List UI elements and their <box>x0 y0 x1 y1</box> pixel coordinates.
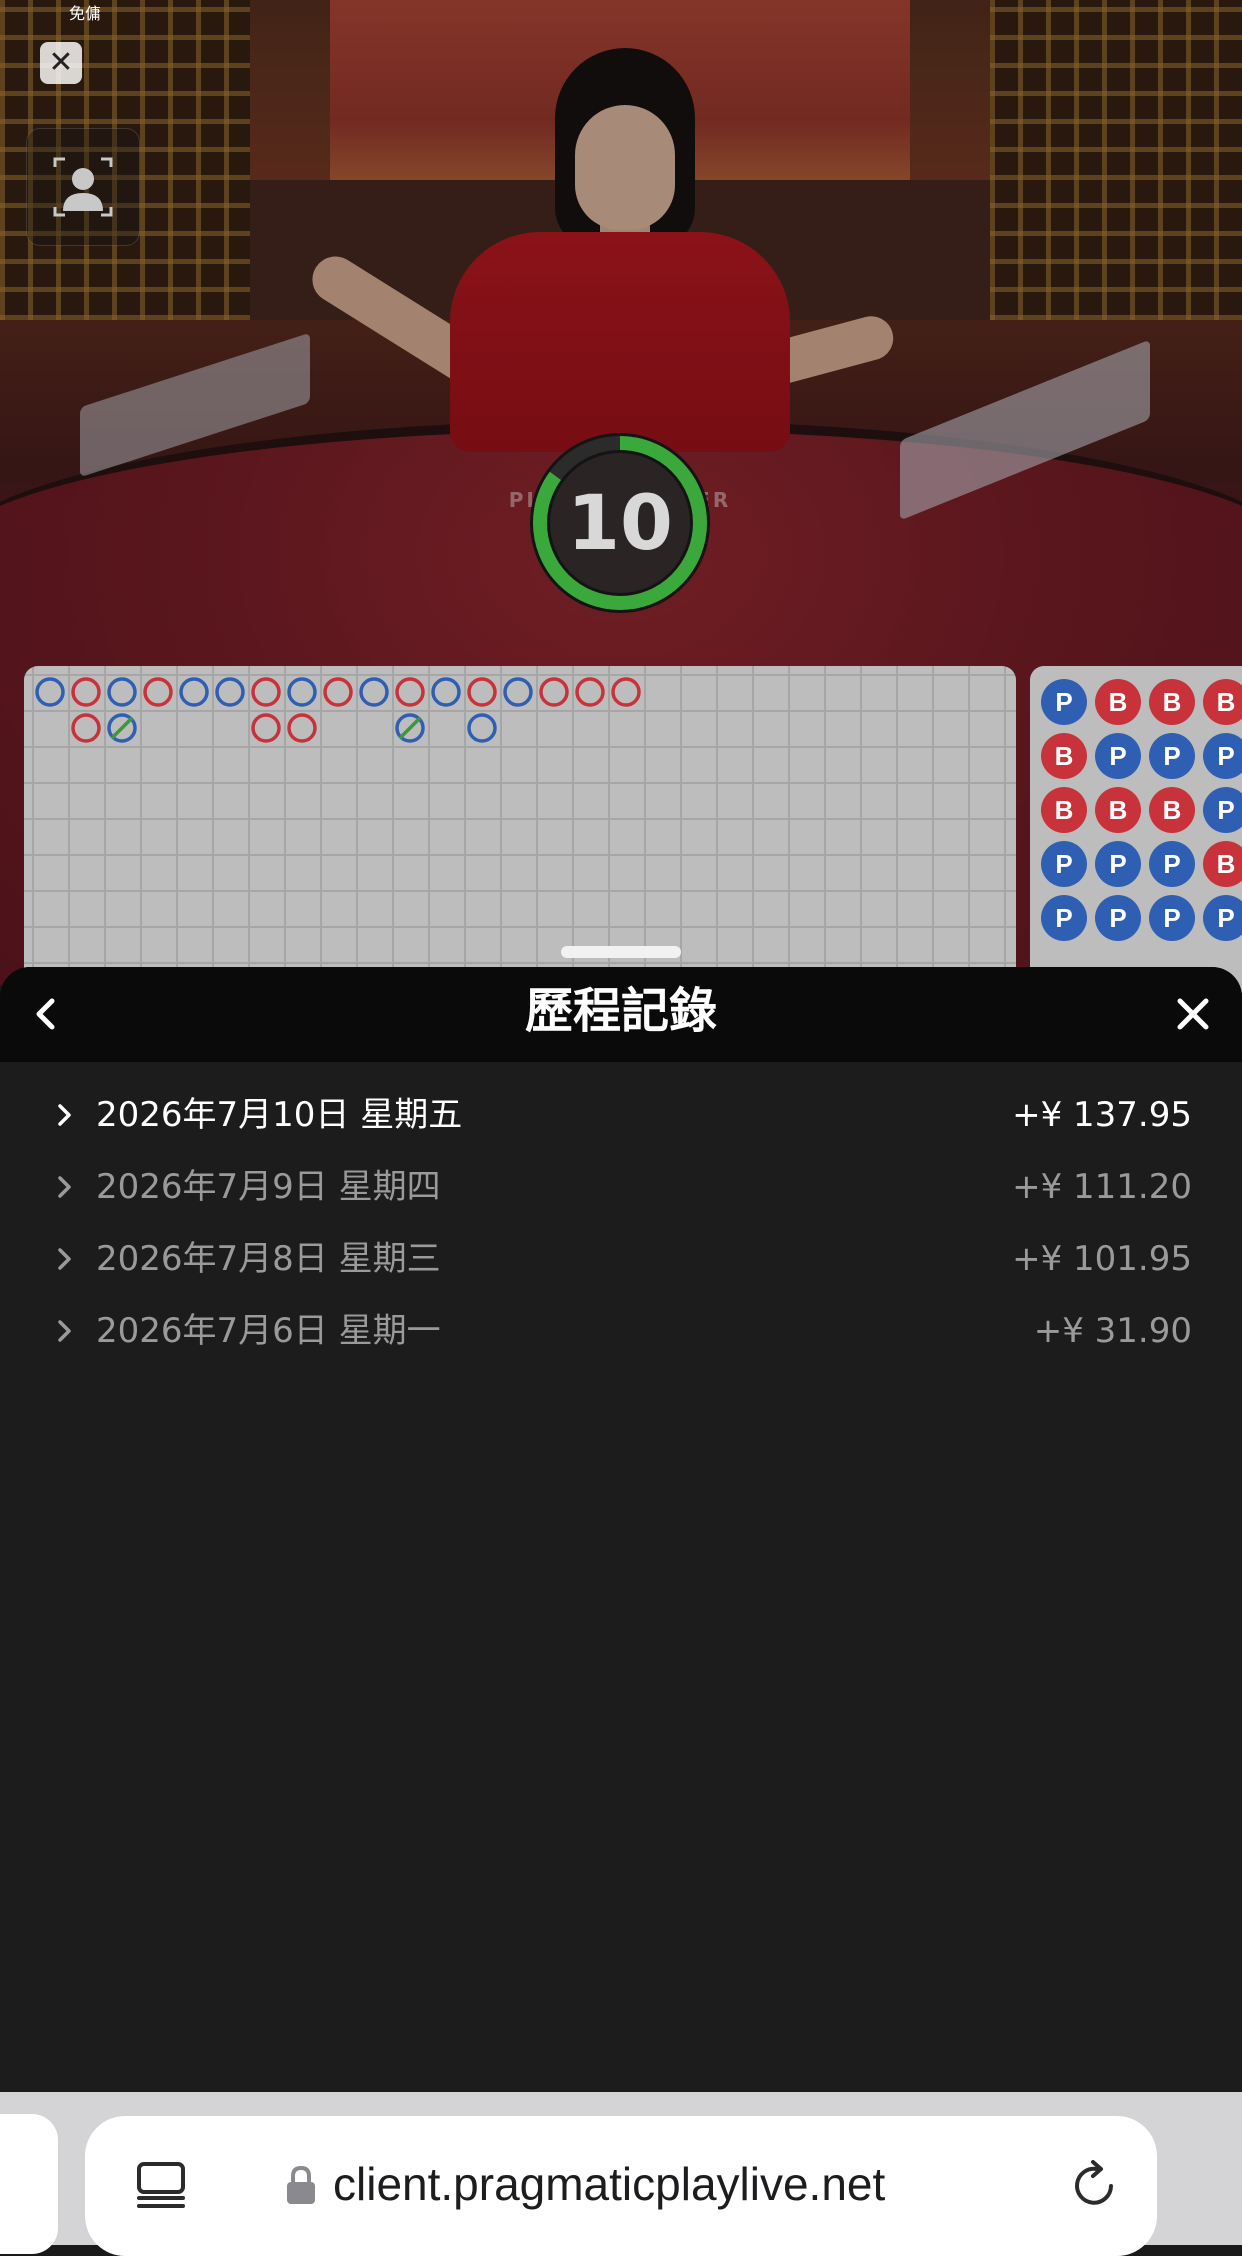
history-amount: +¥ 111.20 <box>1012 1167 1192 1207</box>
history-amount: +¥ 31.90 <box>1033 1311 1192 1351</box>
bead-label: P <box>1163 849 1180 879</box>
tie-mark <box>398 716 422 740</box>
big-road-mark <box>611 677 641 707</box>
big-road-mark <box>323 677 353 707</box>
big-road-mark <box>575 677 605 707</box>
countdown-value: 10 <box>567 478 673 567</box>
chevron-right-icon <box>58 1176 71 1198</box>
bead-plate-scoreboard[interactable]: PBBBBPPPBBBPPPPBPPPP <box>1030 666 1242 1006</box>
big-road-mark <box>503 677 533 707</box>
close-icon: ✕ <box>48 45 74 80</box>
history-sheet: 歷程記錄 2026年7月10日 星期五 +¥ 137.95 2026年7月9日 … <box>0 967 1242 2092</box>
big-road-mark <box>251 677 281 707</box>
bead-label: B <box>1109 687 1128 717</box>
bead-label: P <box>1055 849 1072 879</box>
sheet-drag-handle[interactable] <box>561 946 681 958</box>
url-text: client.pragmaticplaylive.net <box>333 2158 886 2210</box>
big-road-mark <box>287 677 317 707</box>
big-road-mark <box>539 677 569 707</box>
bead-label: P <box>1109 903 1126 933</box>
big-road-mark <box>467 713 497 743</box>
address-bar[interactable]: client.pragmaticplaylive.net <box>85 2116 1157 2256</box>
reload-icon[interactable] <box>1067 2158 1121 2212</box>
page-title: 歷程記錄 <box>524 983 717 1039</box>
history-date: 2026年7月6日 星期一 <box>96 1311 441 1351</box>
bead-label: P <box>1217 741 1234 771</box>
bead-label: P <box>1055 687 1072 717</box>
big-road-mark <box>179 677 209 707</box>
history-date: 2026年7月10日 星期五 <box>96 1095 463 1135</box>
bead-label: P <box>1163 903 1180 933</box>
sheet-header: 歷程記錄 <box>0 967 1242 1062</box>
browser-toolbar: client.pragmaticplaylive.net <box>0 2092 1242 2256</box>
close-video-button[interactable]: ✕ <box>40 42 82 84</box>
bead-label: B <box>1217 687 1236 717</box>
big-road-mark <box>143 677 173 707</box>
camera-view-button[interactable] <box>26 128 140 246</box>
history-row[interactable]: 2026年7月8日 星期三 +¥ 101.95 <box>0 1223 1242 1295</box>
big-road-mark <box>359 677 389 707</box>
chevron-right-icon <box>58 1104 71 1126</box>
big-road-scoreboard[interactable] <box>24 666 1016 1006</box>
tabs-icon[interactable] <box>133 2156 189 2212</box>
bead-label: B <box>1055 741 1074 771</box>
bead-label: B <box>1217 849 1236 879</box>
history-row[interactable]: 2026年7月6日 星期一 +¥ 31.90 <box>0 1295 1242 1367</box>
big-road-mark <box>287 713 317 743</box>
bead-label: B <box>1109 795 1128 825</box>
lock-icon <box>287 2165 315 2204</box>
bead-label: B <box>1055 795 1074 825</box>
big-road-mark <box>467 677 497 707</box>
history-amount: +¥ 137.95 <box>1012 1095 1192 1135</box>
history-row[interactable]: 2026年7月9日 星期四 +¥ 111.20 <box>0 1151 1242 1223</box>
history-date: 2026年7月9日 星期四 <box>96 1167 441 1207</box>
big-road-mark <box>431 677 461 707</box>
close-button[interactable] <box>1168 989 1218 1039</box>
bead-label: P <box>1217 795 1234 825</box>
camera-person-icon <box>53 157 113 217</box>
big-road-mark <box>71 713 101 743</box>
bead-label: P <box>1217 903 1234 933</box>
bead-label: B <box>1163 687 1182 717</box>
big-road-mark <box>107 677 137 707</box>
big-road-mark <box>215 677 245 707</box>
chevron-right-icon <box>58 1320 71 1342</box>
bead-label: B <box>1163 795 1182 825</box>
bead-label: P <box>1109 849 1126 879</box>
big-road-mark <box>251 713 281 743</box>
bead-label: P <box>1055 903 1072 933</box>
big-road-marks <box>35 677 641 743</box>
close-icon <box>1177 998 1209 1030</box>
big-road-mark <box>35 677 65 707</box>
history-amount: +¥ 101.95 <box>1012 1239 1192 1279</box>
history-row[interactable]: 2026年7月10日 星期五 +¥ 137.95 <box>0 1079 1242 1151</box>
history-date: 2026年7月8日 星期三 <box>96 1239 441 1279</box>
bead-label: P <box>1163 741 1180 771</box>
commission-free-label: 免傭 <box>68 4 101 23</box>
tie-mark <box>110 716 134 740</box>
big-road-mark <box>395 677 425 707</box>
bead-label: P <box>1109 741 1126 771</box>
big-road-mark <box>71 677 101 707</box>
chevron-right-icon <box>58 1248 71 1270</box>
history-list: 2026年7月10日 星期五 +¥ 137.95 2026年7月9日 星期四 +… <box>0 1079 1242 1367</box>
previous-tab[interactable] <box>0 2114 58 2254</box>
bead-plate-marks: P B B BB P P PB B B PP P P BP P P P <box>1041 679 1242 941</box>
